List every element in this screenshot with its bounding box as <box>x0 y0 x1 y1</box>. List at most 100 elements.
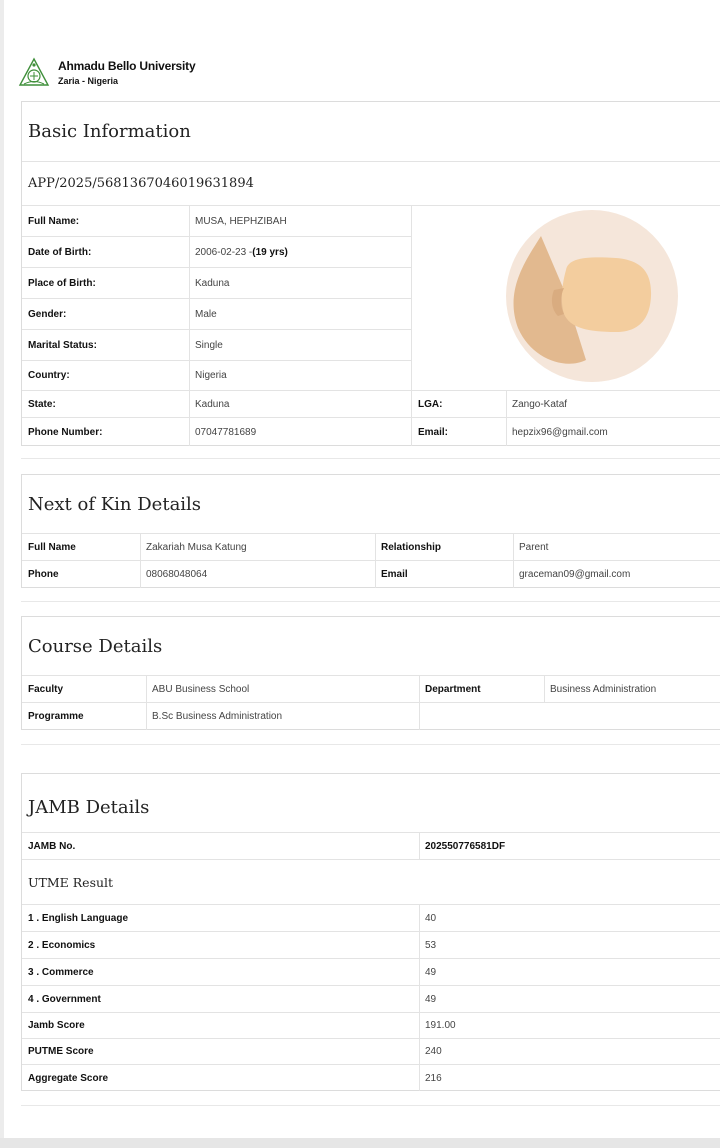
subject-name: 4 . Government <box>28 993 101 1005</box>
country-value: Nigeria <box>195 370 227 381</box>
divider <box>411 206 412 446</box>
dob-value: 2006-02-23 - <box>195 246 253 258</box>
section-separator <box>21 601 720 602</box>
subject-score: 49 <box>425 966 437 978</box>
jamb-no-label: JAMB No. <box>28 840 76 852</box>
row-putme-score: PUTME Score 240 <box>22 1039 720 1065</box>
divider <box>419 676 420 730</box>
row-phone-email: Phone Number: 07047781689 Email: hepzix9… <box>22 418 720 446</box>
basic-information-title: Basic Information <box>22 102 720 162</box>
kin-relationship-label: Relationship <box>381 541 442 553</box>
row-date-of-birth: Date of Birth: 2006-02-23 - (19 yrs) <box>22 237 412 268</box>
programme-value: B.Sc Business Administration <box>152 711 283 722</box>
gender-label: Gender: <box>28 308 67 320</box>
dob-label: Date of Birth: <box>28 246 92 258</box>
university-location: Zaria - Nigeria <box>58 76 119 86</box>
phone-value: 07047781689 <box>195 426 257 438</box>
divider <box>419 833 420 860</box>
putme-score-value: 240 <box>425 1046 442 1057</box>
full-name-label: Full Name: <box>28 215 80 227</box>
divider <box>544 676 545 703</box>
kin-email-label: Email <box>381 569 408 580</box>
divider <box>419 905 420 1091</box>
subject-score: 49 <box>425 993 437 1005</box>
course-details-card: Course Details Faculty ABU Business Scho… <box>21 616 720 730</box>
university-header: Ahmadu Bello University Zaria - Nigeria <box>18 56 196 90</box>
lga-value: Zango-Kataf <box>512 398 568 410</box>
subject-score: 53 <box>425 939 437 951</box>
utme-subject-row: 3 . Commerce 49 <box>22 959 720 986</box>
kin-email-value: graceman09@gmail.com <box>519 569 631 580</box>
aggregate-score-label: Aggregate Score <box>28 1073 109 1084</box>
row-jamb-no: JAMB No. 202550776581DF <box>22 833 720 860</box>
divider <box>140 534 141 588</box>
row-state: State: Kaduna LGA: Zango-Kataf <box>22 391 720 418</box>
lga-label: LGA: <box>418 398 443 410</box>
row-full-name: Full Name: MUSA, HEPHZIBAH <box>22 206 412 237</box>
country-label: Country: <box>28 370 70 381</box>
row-kin-phone: Phone 08068048064 Email graceman09@gmail… <box>22 561 720 588</box>
university-text: Ahmadu Bello University Zaria - Nigeria <box>58 59 196 87</box>
gender-value: Male <box>195 308 217 320</box>
state-label: State: <box>28 398 56 410</box>
subject-name: 2 . Economics <box>28 939 96 951</box>
utme-subject-row: 4 . Government 49 <box>22 986 720 1013</box>
pob-label: Place of Birth: <box>28 277 96 289</box>
divider <box>375 534 376 588</box>
profile-placeholder-icon <box>506 210 678 382</box>
page-bottom-edge <box>0 1138 720 1148</box>
divider <box>189 206 190 446</box>
jamb-no-value: 202550776581DF <box>425 840 506 852</box>
jamb-score-label: Jamb Score <box>28 1019 85 1031</box>
university-name: Ahmadu Bello University <box>58 59 196 73</box>
programme-label: Programme <box>28 711 84 722</box>
divider <box>506 391 507 446</box>
application-number: APP/2025/5681367046019631894 <box>22 162 720 206</box>
state-value: Kaduna <box>195 398 230 410</box>
next-of-kin-card: Next of Kin Details Full Name Zakariah M… <box>21 474 720 588</box>
row-kin-name: Full Name Zakariah Musa Katung Relations… <box>22 534 720 561</box>
utme-result-title: UTME Result <box>22 860 720 905</box>
faculty-value: ABU Business School <box>152 683 250 695</box>
marital-label: Marital Status: <box>28 339 97 351</box>
jamb-details-title: JAMB Details <box>22 774 720 833</box>
email-value: hepzix96@gmail.com <box>512 426 608 438</box>
row-jamb-score: Jamb Score 191.00 <box>22 1012 720 1039</box>
subject-name: 3 . Commerce <box>28 966 94 978</box>
divider <box>513 534 514 588</box>
faculty-label: Faculty <box>28 683 64 695</box>
phone-label: Phone Number: <box>28 426 103 438</box>
kin-phone-value: 08068048064 <box>146 569 208 580</box>
row-place-of-birth: Place of Birth: Kaduna <box>22 268 412 299</box>
aggregate-score-value: 216 <box>425 1073 442 1084</box>
section-separator <box>21 458 720 459</box>
subject-name: 1 . English Language <box>28 912 129 924</box>
putme-score-label: PUTME Score <box>28 1046 94 1057</box>
left-edge <box>0 0 4 1148</box>
pob-value: Kaduna <box>195 277 230 289</box>
department-label: Department <box>425 683 481 695</box>
subject-score: 40 <box>425 912 437 924</box>
kin-name-value: Zakariah Musa Katung <box>146 541 247 553</box>
age-value: (19 yrs) <box>252 246 288 258</box>
row-aggregate-score: Aggregate Score 216 <box>22 1065 720 1092</box>
kin-relationship-value: Parent <box>519 541 549 553</box>
basic-information-card: Basic Information APP/2025/5681367046019… <box>21 101 720 446</box>
divider <box>146 676 147 730</box>
kin-name-label: Full Name <box>28 541 76 553</box>
jamb-details-card: JAMB Details JAMB No. 202550776581DF UTM… <box>21 773 720 1091</box>
application-page: Ahmadu Bello University Zaria - Nigeria … <box>0 0 720 1148</box>
section-separator <box>21 1105 720 1106</box>
jamb-score-value: 191.00 <box>425 1019 456 1031</box>
row-gender: Gender: Male <box>22 299 412 330</box>
university-crest-icon <box>18 57 50 86</box>
email-label: Email: <box>418 426 449 438</box>
row-marital-status: Marital Status: Single <box>22 330 412 361</box>
next-of-kin-title: Next of Kin Details <box>22 475 720 534</box>
marital-value: Single <box>195 339 223 351</box>
kin-phone-label: Phone <box>28 569 59 580</box>
row-programme: Programme B.Sc Business Administration <box>22 703 720 730</box>
row-faculty: Faculty ABU Business School Department B… <box>22 676 720 703</box>
utme-subject-row: 2 . Economics 53 <box>22 932 720 959</box>
section-separator <box>21 744 720 745</box>
